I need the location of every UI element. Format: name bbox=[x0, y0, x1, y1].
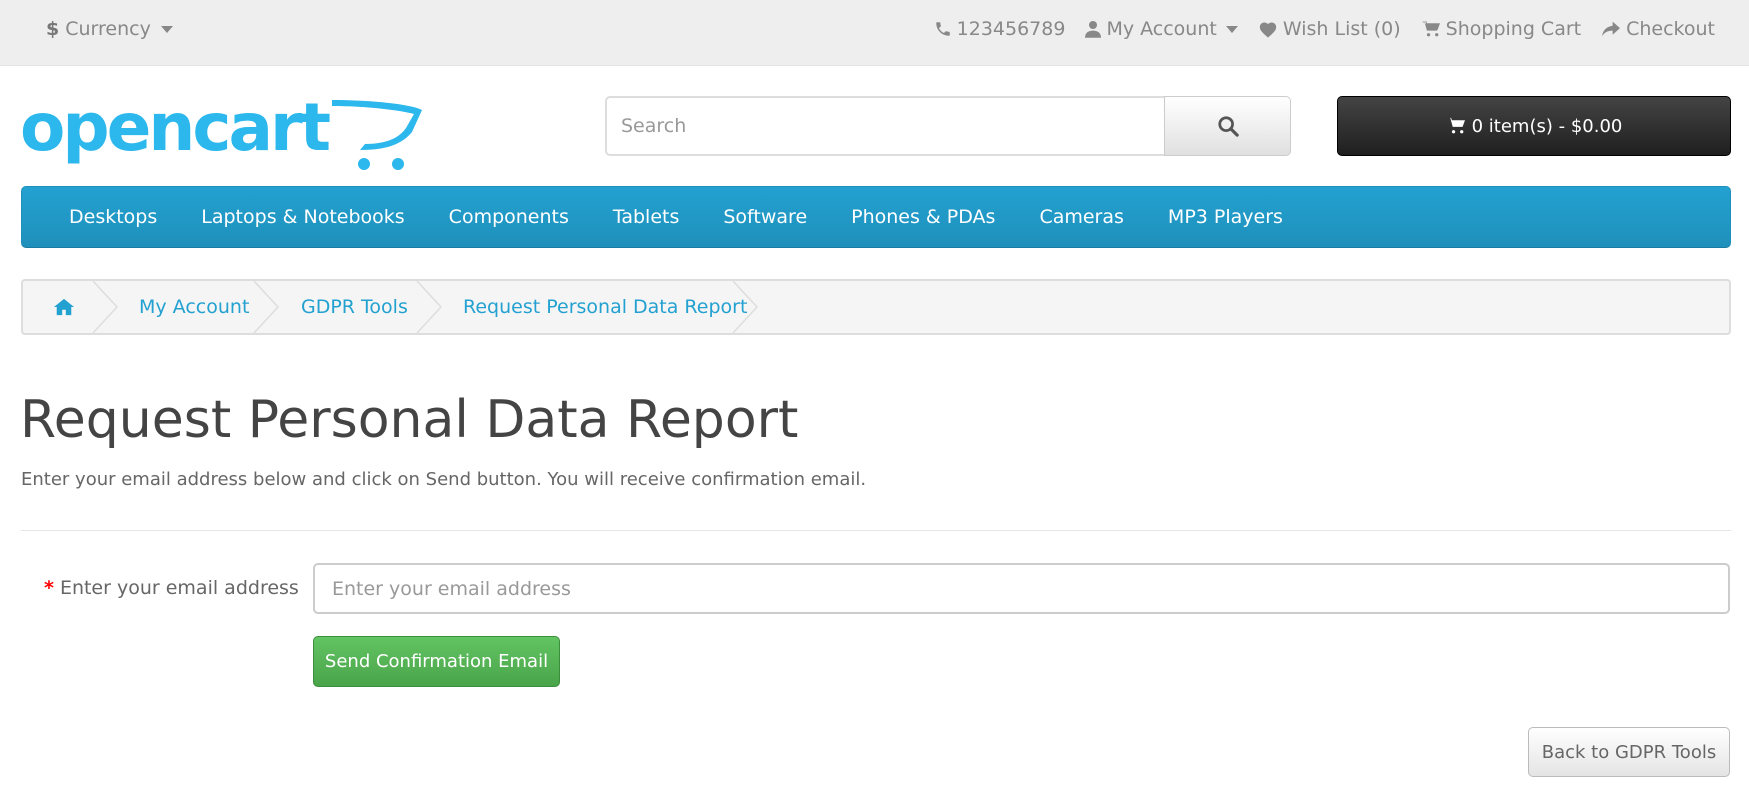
nav-item-components[interactable]: Components bbox=[427, 206, 591, 228]
divider bbox=[21, 530, 1731, 531]
nav-item-mp3-players[interactable]: MP3 Players bbox=[1146, 206, 1305, 228]
nav-item-phones-pdas[interactable]: Phones & PDAs bbox=[829, 206, 1017, 228]
cart-button[interactable]: 0 item(s) - $0.00 bbox=[1337, 96, 1731, 156]
search-button[interactable] bbox=[1164, 96, 1291, 156]
breadcrumb: My Account GDPR Tools Request Personal D… bbox=[21, 279, 1731, 335]
caret-down-icon bbox=[160, 25, 173, 33]
email-input[interactable] bbox=[313, 563, 1730, 614]
shopping-cart-link[interactable]: Shopping Cart bbox=[1421, 18, 1581, 40]
currency-dropdown[interactable]: $ Currency bbox=[46, 18, 173, 40]
email-label: * Enter your email address bbox=[44, 577, 299, 599]
search-icon bbox=[1217, 116, 1239, 137]
breadcrumb-separator bbox=[253, 281, 280, 333]
home-icon bbox=[54, 298, 74, 316]
wish-list-label: Wish List (0) bbox=[1282, 18, 1401, 40]
phone-link[interactable]: 123456789 bbox=[934, 18, 1066, 40]
checkout-label: Checkout bbox=[1626, 18, 1715, 40]
phone-number: 123456789 bbox=[956, 18, 1066, 40]
heart-icon bbox=[1259, 22, 1277, 38]
my-account-dropdown[interactable]: My Account bbox=[1085, 18, 1238, 40]
share-arrow-icon bbox=[1602, 21, 1621, 37]
category-menu: Desktops Laptops & Notebooks Components … bbox=[21, 186, 1731, 248]
phone-icon bbox=[935, 22, 950, 36]
cart-wheel-left bbox=[358, 158, 370, 170]
nav-item-software[interactable]: Software bbox=[701, 206, 829, 228]
cart-icon bbox=[1421, 20, 1440, 37]
intro-text: Enter your email address below and click… bbox=[21, 469, 867, 490]
breadcrumb-gdpr-tools[interactable]: GDPR Tools bbox=[301, 281, 408, 333]
top-bar: $ Currency 123456789 My Account Wish Lis… bbox=[0, 0, 1749, 66]
breadcrumb-separator bbox=[416, 281, 443, 333]
wish-list-link[interactable]: Wish List (0) bbox=[1258, 18, 1401, 40]
back-to-gdpr-tools-button[interactable]: Back to GDPR Tools bbox=[1528, 727, 1730, 777]
nav-item-cameras[interactable]: Cameras bbox=[1017, 206, 1145, 228]
nav-item-tablets[interactable]: Tablets bbox=[591, 206, 701, 228]
user-icon bbox=[1085, 21, 1102, 38]
search-group bbox=[605, 96, 1291, 156]
breadcrumb-request-report[interactable]: Request Personal Data Report bbox=[463, 281, 747, 333]
caret-down-icon bbox=[1225, 25, 1238, 33]
cart-summary: 0 item(s) - $0.00 bbox=[1471, 115, 1623, 137]
my-account-label: My Account bbox=[1106, 18, 1217, 40]
top-links: 123456789 My Account Wish List (0) Shopp… bbox=[934, 18, 1715, 40]
send-confirmation-email-button[interactable]: Send Confirmation Email bbox=[313, 636, 560, 687]
cart-icon bbox=[1446, 117, 1465, 134]
cart-swoosh-icon bbox=[332, 100, 422, 150]
nav-item-laptops-notebooks[interactable]: Laptops & Notebooks bbox=[179, 206, 426, 228]
checkout-link[interactable]: Checkout bbox=[1601, 18, 1715, 40]
cart-wheel-right bbox=[392, 158, 404, 170]
breadcrumb-my-account[interactable]: My Account bbox=[139, 281, 249, 333]
required-mark: * bbox=[44, 577, 54, 599]
page-title: Request Personal Data Report bbox=[20, 390, 799, 450]
currency-symbol: $ bbox=[46, 18, 60, 40]
email-label-text: Enter your email address bbox=[59, 577, 299, 599]
breadcrumb-separator bbox=[732, 281, 759, 333]
nav-item-desktops[interactable]: Desktops bbox=[47, 206, 179, 228]
logo-text: opencart bbox=[20, 92, 331, 166]
shopping-cart-label: Shopping Cart bbox=[1445, 18, 1582, 40]
breadcrumb-home[interactable] bbox=[53, 281, 75, 333]
opencart-logo[interactable]: opencart bbox=[20, 89, 425, 174]
search-input[interactable] bbox=[605, 96, 1164, 156]
currency-label: Currency bbox=[65, 18, 151, 40]
breadcrumb-separator bbox=[92, 281, 119, 333]
